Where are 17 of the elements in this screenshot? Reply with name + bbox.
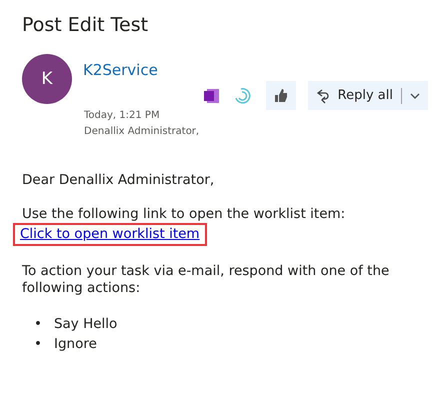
- bullet-mark: •: [34, 315, 42, 334]
- like-button[interactable]: [266, 81, 296, 110]
- reply-all-button[interactable]: Reply all: [308, 81, 428, 110]
- intro-text: Use the following link to open the worklist item:: [22, 206, 346, 223]
- sender-name[interactable]: K2Service: [83, 61, 158, 79]
- greeting-text: Dear Denallix Administrator,: [22, 172, 216, 189]
- instructions-text: To action your task via e-mail, respond with one of the following actions:: [22, 263, 390, 297]
- avatar: K: [22, 54, 72, 104]
- thumbs-up-icon: [274, 89, 288, 102]
- recipient: Denallix Administrator,: [84, 126, 200, 137]
- notebook-icon[interactable]: [204, 88, 220, 104]
- sent-time: Today, 1:21 PM: [84, 110, 160, 121]
- chevron-down-icon[interactable]: [410, 92, 420, 98]
- action-option: Say Hello: [54, 314, 118, 334]
- email-subject: Post Edit Test: [22, 14, 150, 36]
- bullet-mark: •: [34, 335, 42, 354]
- action-option: Ignore: [54, 334, 97, 354]
